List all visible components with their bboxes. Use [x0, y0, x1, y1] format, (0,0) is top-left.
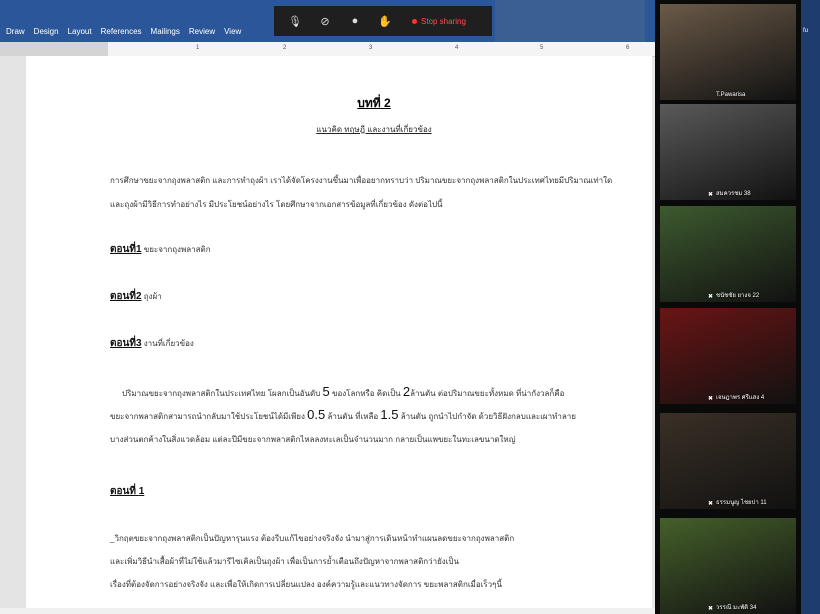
section-text: ขยะจากถุงพลาสติก [143, 245, 211, 254]
section-text: งานที่เกี่ยวข้อง [143, 339, 194, 348]
section-item-1: ตอนที่1 ขยะจากถุงพลาสติก [110, 242, 211, 257]
ruler-number: 1 [196, 45, 200, 51]
intro-line-2: และถุงผ้ามีวิธีการทำอย่างไร มีประโยชน์อย… [110, 200, 443, 209]
screen-share-toolbar: 🎙 ⊘ ● ✋ Stop sharing [274, 6, 492, 36]
text-run: ล้านตัน ถูกนำไปกำจัด ด้วยวิธีฝังกลบและเผ… [400, 412, 576, 421]
section-label: ตอนที่ [110, 486, 136, 497]
text-run: ขยะจากพลาสติกสามารถนำกลับมาใช้ประโยชน์ได… [110, 412, 305, 421]
participant-tile-5[interactable]: ✖ ธรรมนูญ ไชยปา 11 [660, 413, 796, 509]
chat-icon[interactable]: ● [346, 15, 364, 27]
text-run: ล้านตัน ที่เหลือ [327, 412, 379, 421]
document-page[interactable]: บทที่ 2 แนวคิด ทฤษฎี และงานที่เกี่ยวข้อง… [26, 56, 652, 608]
window-edge-strip: fu [801, 0, 820, 614]
participant-tile-4[interactable]: ✖ เจษฎาพร ศรีแสง 4 [660, 308, 796, 404]
section-text: ถุงผ้า [143, 292, 162, 301]
section-number: 1 [138, 486, 145, 497]
muted-mic-icon: ✖ [708, 192, 714, 198]
section-number: 1 [135, 244, 142, 255]
section-label: ตอนที่ [110, 244, 136, 255]
muted-mic-icon: ✖ [708, 396, 714, 402]
participant-name: สมควรชม 38 [716, 191, 751, 197]
section-heading: ตอนที่ 1 [110, 484, 144, 499]
participant-name: T.Pawarisa [716, 92, 746, 98]
chapter-number: 2 [384, 96, 391, 110]
status-bar [0, 608, 659, 614]
participant-tile-2[interactable]: ✖ สมควรชม 38 [660, 104, 796, 200]
horizontal-ruler[interactable]: 1 2 3 4 5 6 [0, 42, 655, 57]
tab-draw[interactable]: Draw [6, 27, 25, 36]
para-line-2: ขยะจากพลาสติกสามารถนำกลับมาใช้ประโยชน์ได… [110, 407, 576, 423]
ruler-margin [0, 42, 108, 56]
chapter-label: บทที่ [357, 96, 381, 110]
participant-name: ธรรมนูญ ไชยปา 11 [716, 500, 767, 506]
section-item-3: ตอนที่3 งานที่เกี่ยวข้อง [110, 336, 194, 351]
participant-name: ชนัชชัย ยางจ 22 [716, 293, 760, 299]
muted-mic-icon: ✖ [708, 606, 714, 612]
participant-name: วรรณี มะพัติ 34 [716, 605, 757, 611]
intro-line-1: การศึกษาขยะจากถุงพลาสติก และการทำถุงผ้า … [110, 176, 613, 185]
stop-sharing-button[interactable]: Stop sharing [412, 17, 466, 26]
body-line-2: และเพิ่มวิธีนำเสื้อผ้าที่ไม่ใช้แล้วมารีไ… [110, 557, 459, 566]
ruler-number: 6 [626, 45, 630, 51]
participant-name: เจษฎาพร ศรีแสง 4 [716, 395, 765, 401]
microphone-icon[interactable]: 🎙 [286, 15, 304, 28]
camera-off-icon[interactable]: ⊘ [316, 15, 334, 28]
participant-tile-6[interactable]: ✖ วรรณี มะพัติ 34 [660, 518, 796, 614]
section-label: ตอนที่ [110, 291, 136, 302]
record-dot-icon [412, 18, 417, 24]
stop-sharing-label: Stop sharing [421, 16, 466, 26]
body-line-1: _วิกฤตขยะจากถุงพลาสติกเป็นปัญหารุนแรง ต้… [110, 534, 515, 543]
tab-view[interactable]: View [224, 27, 241, 36]
participant-tile-1[interactable]: T.Pawarisa [660, 4, 796, 100]
ruler-number: 5 [540, 45, 544, 51]
ruler-number: 4 [455, 45, 459, 51]
tab-mailings[interactable]: Mailings [151, 27, 180, 36]
section-number: 3 [135, 338, 142, 349]
para-line-3: บางส่วนตกค้างในสิ่งแวดล้อม แต่ละปีมีขยะจ… [110, 435, 516, 444]
number-run: 1.5 [380, 407, 399, 422]
muted-mic-icon: ✖ [708, 294, 714, 300]
tab-review[interactable]: Review [189, 27, 215, 36]
ruler-number: 3 [369, 45, 373, 51]
chapter-title: บทที่ 2 [26, 94, 652, 113]
para-line-1: ปริมาณขยะจากถุงพลาสติกในประเทศไทย โผลกเป… [122, 384, 564, 400]
text-run: ของโลกหรือ คิดเป็น [331, 389, 401, 398]
ribbon-tabs: Draw Design Layout References Mailings R… [6, 27, 241, 36]
participant-tile-3[interactable]: ✖ ชนัชชัย ยางจ 22 [660, 206, 796, 302]
clipped-text: fu [803, 28, 809, 34]
body-line-3: เรื่องที่ต้องจัดการอย่างจริงจัง และเพื่อ… [110, 580, 502, 589]
video-gallery-panel: T.Pawarisa ✖ สมควรชม 38 ✖ ชนัชชัย ยางจ 2… [655, 0, 820, 614]
chapter-subtitle: แนวคิด ทฤษฎี และงานที่เกี่ยวข้อง [316, 125, 432, 134]
ribbon-right-area [495, 0, 645, 42]
hand-icon[interactable]: ✋ [376, 15, 394, 28]
section-label: ตอนที่ [110, 338, 136, 349]
ruler-number: 2 [283, 45, 287, 51]
tab-design[interactable]: Design [34, 27, 59, 36]
text-run: ปริมาณขยะจากถุงพลาสติกในประเทศไทย โผลกเป… [122, 389, 321, 398]
muted-mic-icon: ✖ [708, 501, 714, 507]
number-run: 5 [322, 384, 330, 399]
section-item-2: ตอนที่2 ถุงผ้า [110, 289, 162, 304]
number-run: 0.5 [307, 407, 326, 422]
text-run: ล้านตัน ต่อปริมาณขยะทั้งหมด ที่น่ากังวลก… [410, 389, 565, 398]
tab-layout[interactable]: Layout [68, 27, 92, 36]
tab-references[interactable]: References [101, 27, 142, 36]
section-number: 2 [135, 291, 142, 302]
page-margin-area [0, 56, 26, 608]
